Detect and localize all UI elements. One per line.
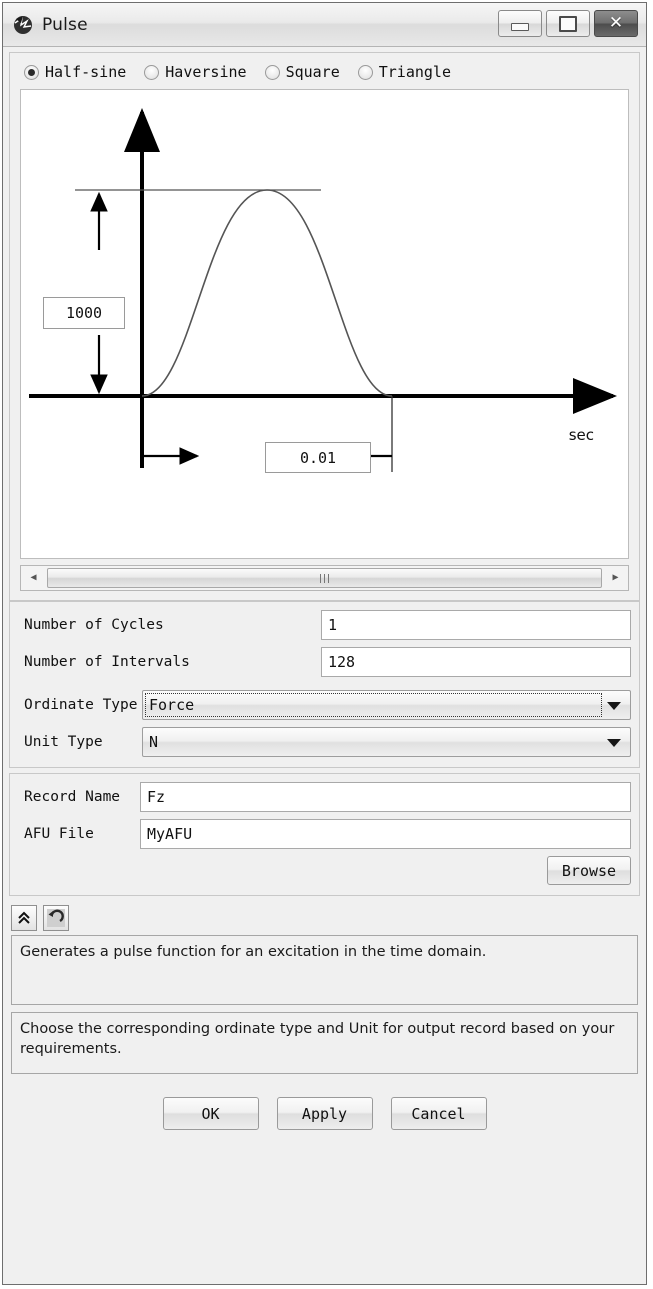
pulse-dialog-window: Pulse ✕ Half-sine Haversine Square Trian… (2, 2, 647, 1285)
pulse-preview-graph[interactable]: 1000 0.01 sec (20, 89, 629, 559)
help-toolbar (11, 905, 646, 931)
maximize-icon (559, 15, 577, 32)
close-icon: ✕ (608, 13, 624, 33)
chevron-right-icon: ▶ (612, 572, 619, 583)
ordinate-type-value: Force (149, 696, 195, 714)
unit-type-value: N (149, 733, 159, 751)
radio-triangle[interactable]: Triangle (357, 63, 451, 81)
pulse-shape-radio-group: Half-sine Haversine Square Triangle (10, 53, 639, 89)
cancel-button[interactable]: Cancel (390, 1097, 487, 1130)
minimize-button[interactable] (498, 10, 542, 37)
window-title: Pulse (42, 14, 88, 35)
scrollbar-thumb[interactable] (47, 568, 602, 588)
graph-horizontal-scrollbar[interactable]: ◀ ▶ (20, 565, 629, 591)
dialog-footer: OK Apply Cancel (3, 1081, 646, 1284)
radio-selected-icon (24, 64, 39, 80)
close-button[interactable]: ✕ (594, 10, 638, 37)
minimize-icon (511, 23, 529, 31)
hint-panel: Choose the corresponding ordinate type a… (11, 1012, 638, 1074)
cycles-row: Number of Cycles 1 (18, 610, 631, 640)
collapse-button[interactable] (11, 905, 37, 931)
afu-file-label: AFU File (24, 826, 94, 842)
cycles-input[interactable]: 1 (321, 610, 631, 640)
record-name-input[interactable]: Fz (140, 782, 631, 812)
output-panel: Record Name Fz AFU File MyAFU Browse (9, 773, 640, 896)
ordinate-type-row: Ordinate Type Force (18, 690, 631, 720)
radio-square-label: Square (285, 63, 340, 81)
reset-button[interactable] (43, 905, 69, 931)
ordinate-type-dropdown[interactable]: Force (142, 690, 631, 720)
intervals-label: Number of Intervals (24, 654, 190, 670)
unit-type-label: Unit Type (24, 734, 103, 750)
scrollbar-track[interactable] (46, 566, 603, 590)
amplitude-input[interactable]: 1000 (43, 297, 125, 329)
parameters-panel: Number of Cycles 1 Number of Intervals 1… (9, 601, 640, 768)
chevron-double-up-icon (18, 911, 30, 924)
intervals-input[interactable]: 128 (321, 647, 631, 677)
x-axis-unit-label: sec (568, 426, 594, 444)
browse-button[interactable]: Browse (547, 856, 631, 885)
focus-ring (145, 693, 602, 717)
radio-half-sine[interactable]: Half-sine (24, 63, 126, 81)
ok-button[interactable]: OK (162, 1097, 259, 1130)
title-bar: Pulse ✕ (3, 3, 646, 47)
maximize-button[interactable] (546, 10, 590, 37)
cycles-label: Number of Cycles (24, 617, 164, 633)
record-name-label: Record Name (24, 789, 121, 805)
chevron-down-icon (607, 702, 621, 710)
radio-unselected-icon (357, 64, 373, 80)
apply-button[interactable]: Apply (276, 1097, 373, 1130)
radio-half-sine-label: Half-sine (45, 63, 127, 81)
afu-file-row: AFU File MyAFU (18, 819, 631, 849)
description-panel: Generates a pulse function for an excita… (11, 935, 638, 1005)
radio-unselected-icon (264, 64, 280, 80)
radio-haversine-label: Haversine (165, 63, 247, 81)
radio-haversine[interactable]: Haversine (144, 63, 247, 81)
browse-row: Browse (18, 856, 631, 885)
dialog-content: Half-sine Haversine Square Triangle 1000… (3, 47, 646, 1284)
unit-type-dropdown[interactable]: N (142, 727, 631, 757)
radio-triangle-label: Triangle (378, 63, 451, 81)
radio-unselected-icon (144, 64, 160, 80)
scroll-right-button[interactable]: ▶ (603, 566, 628, 590)
afu-file-input[interactable]: MyAFU (140, 819, 631, 849)
pulse-shape-panel: Half-sine Haversine Square Triangle 1000… (9, 52, 640, 601)
duration-input[interactable]: 0.01 (265, 442, 371, 473)
ordinate-type-label: Ordinate Type (24, 697, 138, 713)
intervals-row: Number of Intervals 128 (18, 647, 631, 677)
grip-lines-icon (320, 573, 329, 583)
pulse-app-icon (12, 14, 34, 36)
radio-square[interactable]: Square (264, 63, 340, 81)
unit-type-row: Unit Type N (18, 727, 631, 757)
window-controls: ✕ (498, 10, 638, 37)
record-name-row: Record Name Fz (18, 782, 631, 812)
reset-arrow-icon (47, 909, 65, 927)
chevron-down-icon (607, 739, 621, 747)
chevron-left-icon: ◀ (30, 572, 37, 583)
scroll-left-button[interactable]: ◀ (21, 566, 46, 590)
